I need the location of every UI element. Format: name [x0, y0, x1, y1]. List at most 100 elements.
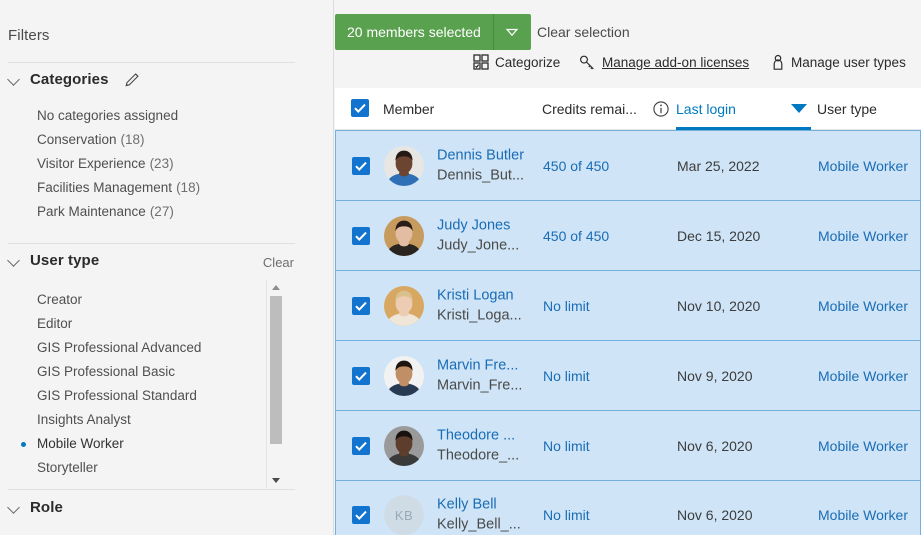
user-type-value[interactable]: Mobile Worker — [818, 228, 908, 244]
manage-add-on-licenses-button[interactable]: Manage add-on licenses — [579, 54, 749, 71]
clear-selection-button[interactable]: Clear selection — [537, 24, 630, 40]
user-type-filter-item[interactable]: Mobile Worker — [20, 432, 201, 456]
manage-user-types-button[interactable]: Manage user types — [771, 54, 906, 71]
sidebar-divider — [8, 62, 295, 63]
filters-sidebar: Filters Categories No categories assigne… — [0, 0, 334, 535]
avatar-initials: KB — [384, 495, 424, 535]
members-table: Member Credits remai... Last login User … — [335, 88, 921, 535]
user-type-value[interactable]: Mobile Worker — [818, 298, 908, 314]
category-filter-item[interactable]: No categories assigned — [37, 104, 200, 128]
category-filter-label: Conservation — [37, 132, 117, 147]
sidebar-section-categories[interactable]: Categories — [8, 71, 141, 88]
category-filter-item[interactable]: Conservation (18) — [37, 128, 200, 152]
select-all-checkbox[interactable] — [351, 99, 369, 117]
user-type-filter-label: Storyteller — [37, 460, 98, 475]
scroll-up-icon[interactable] — [267, 280, 284, 294]
row-checkbox[interactable] — [352, 366, 370, 385]
scrollbar-thumb[interactable] — [270, 296, 282, 444]
column-header-member[interactable]: Member — [383, 101, 434, 117]
selection-dropdown-button[interactable]: 20 members selected — [335, 14, 531, 50]
user-type-filter-item[interactable]: Creator — [37, 288, 201, 312]
sidebar-section-categories-label: Categories — [30, 71, 109, 88]
last-login-value: Nov 9, 2020 — [677, 367, 753, 384]
credits-remaining-value[interactable]: 450 of 450 — [543, 228, 609, 244]
member-name-block: Dennis Butler Dennis_But... — [437, 146, 524, 185]
user-type-filter-item[interactable]: GIS Professional Advanced — [37, 336, 201, 360]
last-login-value: Nov 6, 2020 — [677, 437, 753, 454]
user-type-filter-item[interactable]: GIS Professional Basic — [37, 360, 201, 384]
user-type-value[interactable]: Mobile Worker — [818, 438, 908, 454]
user-type-filter-label: Insights Analyst — [37, 412, 131, 427]
user-type-filter-item[interactable]: Editor — [37, 312, 201, 336]
category-filter-item[interactable]: Park Maintenance (27) — [37, 200, 200, 224]
selection-count-label: 20 members selected — [347, 24, 481, 40]
categories-filter-list: No categories assigned Conservation (18) Vi… — [37, 104, 200, 224]
credits-remaining-value[interactable]: No limit — [543, 368, 590, 384]
filters-panel-title: Filters — [8, 27, 50, 44]
sort-descending-icon[interactable] — [791, 104, 807, 113]
row-checkbox[interactable] — [352, 296, 370, 315]
user-type-value[interactable]: Mobile Worker — [818, 158, 908, 174]
user-type-filter-item[interactable]: Storyteller — [37, 456, 201, 480]
user-type-filter-label: GIS Professional Basic — [37, 364, 176, 379]
last-login-value: Nov 10, 2020 — [677, 297, 761, 314]
table-body: Dennis Butler Dennis_But... 450 of 450 Mar … — [335, 130, 921, 535]
sidebar-section-role[interactable]: Role — [8, 499, 63, 516]
category-filter-item[interactable]: Visitor Experience (23) — [37, 152, 200, 176]
categorize-button[interactable]: Categorize — [473, 54, 560, 70]
column-header-user-type[interactable]: User type — [817, 101, 877, 117]
member-full-name[interactable]: Dennis Butler — [437, 146, 524, 165]
row-checkbox[interactable] — [352, 156, 370, 175]
member-full-name[interactable]: Theodore ... — [437, 426, 519, 445]
credits-remaining-value[interactable]: 450 of 450 — [543, 158, 609, 174]
user-type-clear-button[interactable]: Clear — [263, 255, 294, 270]
user-type-filter-item[interactable]: GIS Professional Standard — [37, 384, 201, 408]
category-filter-item[interactable]: Facilities Management (18) — [37, 176, 200, 200]
user-type-scrollbar[interactable] — [266, 280, 283, 488]
member-full-name[interactable]: Kristi Logan — [437, 286, 522, 305]
info-icon[interactable] — [653, 101, 669, 122]
row-checkbox[interactable] — [352, 226, 370, 245]
row-checkbox[interactable] — [352, 436, 370, 455]
user-type-value[interactable]: Mobile Worker — [818, 368, 908, 384]
row-checkbox[interactable] — [352, 506, 370, 524]
table-header-row: Member Credits remai... Last login User … — [335, 88, 921, 130]
manage-user-types-label: Manage user types — [791, 55, 906, 70]
user-type-value[interactable]: Mobile Worker — [818, 507, 908, 523]
user-type-filter-item[interactable]: Insights Analyst — [37, 408, 201, 432]
table-row[interactable]: Dennis Butler Dennis_But... 450 of 450 Mar … — [335, 130, 921, 200]
credits-remaining-value[interactable]: No limit — [543, 298, 590, 314]
member-username: Kristi_Loga... — [437, 307, 522, 323]
member-name-block: Kelly Bell Kelly_Bell_... — [437, 496, 521, 535]
column-header-credits[interactable]: Credits remai... — [542, 101, 637, 117]
member-full-name[interactable]: Judy Jones — [437, 216, 519, 235]
user-icon — [771, 54, 785, 71]
avatar — [384, 145, 424, 186]
member-username: Theodore_... — [437, 447, 520, 463]
chevron-down-icon[interactable] — [494, 14, 531, 50]
sidebar-divider — [8, 489, 295, 490]
member-name-block: Judy Jones Judy_Jone... — [437, 216, 519, 255]
category-filter-label: Visitor Experience — [37, 156, 146, 171]
table-row[interactable]: Judy Jones Judy_Jone... 450 of 450 Dec 15, … — [335, 200, 921, 270]
member-full-name[interactable]: Marvin Fre... — [437, 356, 522, 375]
key-icon — [579, 54, 596, 71]
column-header-last-login[interactable]: Last login — [676, 101, 736, 117]
categorize-label: Categorize — [495, 54, 561, 70]
category-filter-label: No categories assigned — [37, 108, 179, 123]
avatar — [384, 215, 424, 256]
avatar — [384, 425, 424, 466]
pencil-icon[interactable] — [118, 71, 141, 88]
table-row[interactable]: Kristi Logan Kristi_Loga... No limit Nov 10… — [335, 270, 921, 340]
sidebar-section-user-type[interactable]: User type — [8, 252, 99, 269]
scroll-down-icon[interactable] — [267, 474, 284, 488]
credits-remaining-value[interactable]: No limit — [543, 507, 590, 523]
members-main-panel: 20 members selected Clear selection Cate… — [334, 0, 921, 535]
member-full-name[interactable]: Kelly Bell — [437, 496, 521, 515]
table-row[interactable]: Marvin Fre... Marvin_Fre... No limit Nov 9,… — [335, 340, 921, 410]
credits-remaining-value[interactable]: No limit — [543, 438, 590, 454]
chevron-down-icon — [8, 73, 21, 86]
table-row[interactable]: Theodore ... Theodore_... No limit Nov 6, 2… — [335, 410, 921, 480]
table-row[interactable]: KB Kelly Bell Kelly_Bell_... No limit Nov 6,… — [335, 480, 921, 535]
avatar — [384, 285, 424, 326]
